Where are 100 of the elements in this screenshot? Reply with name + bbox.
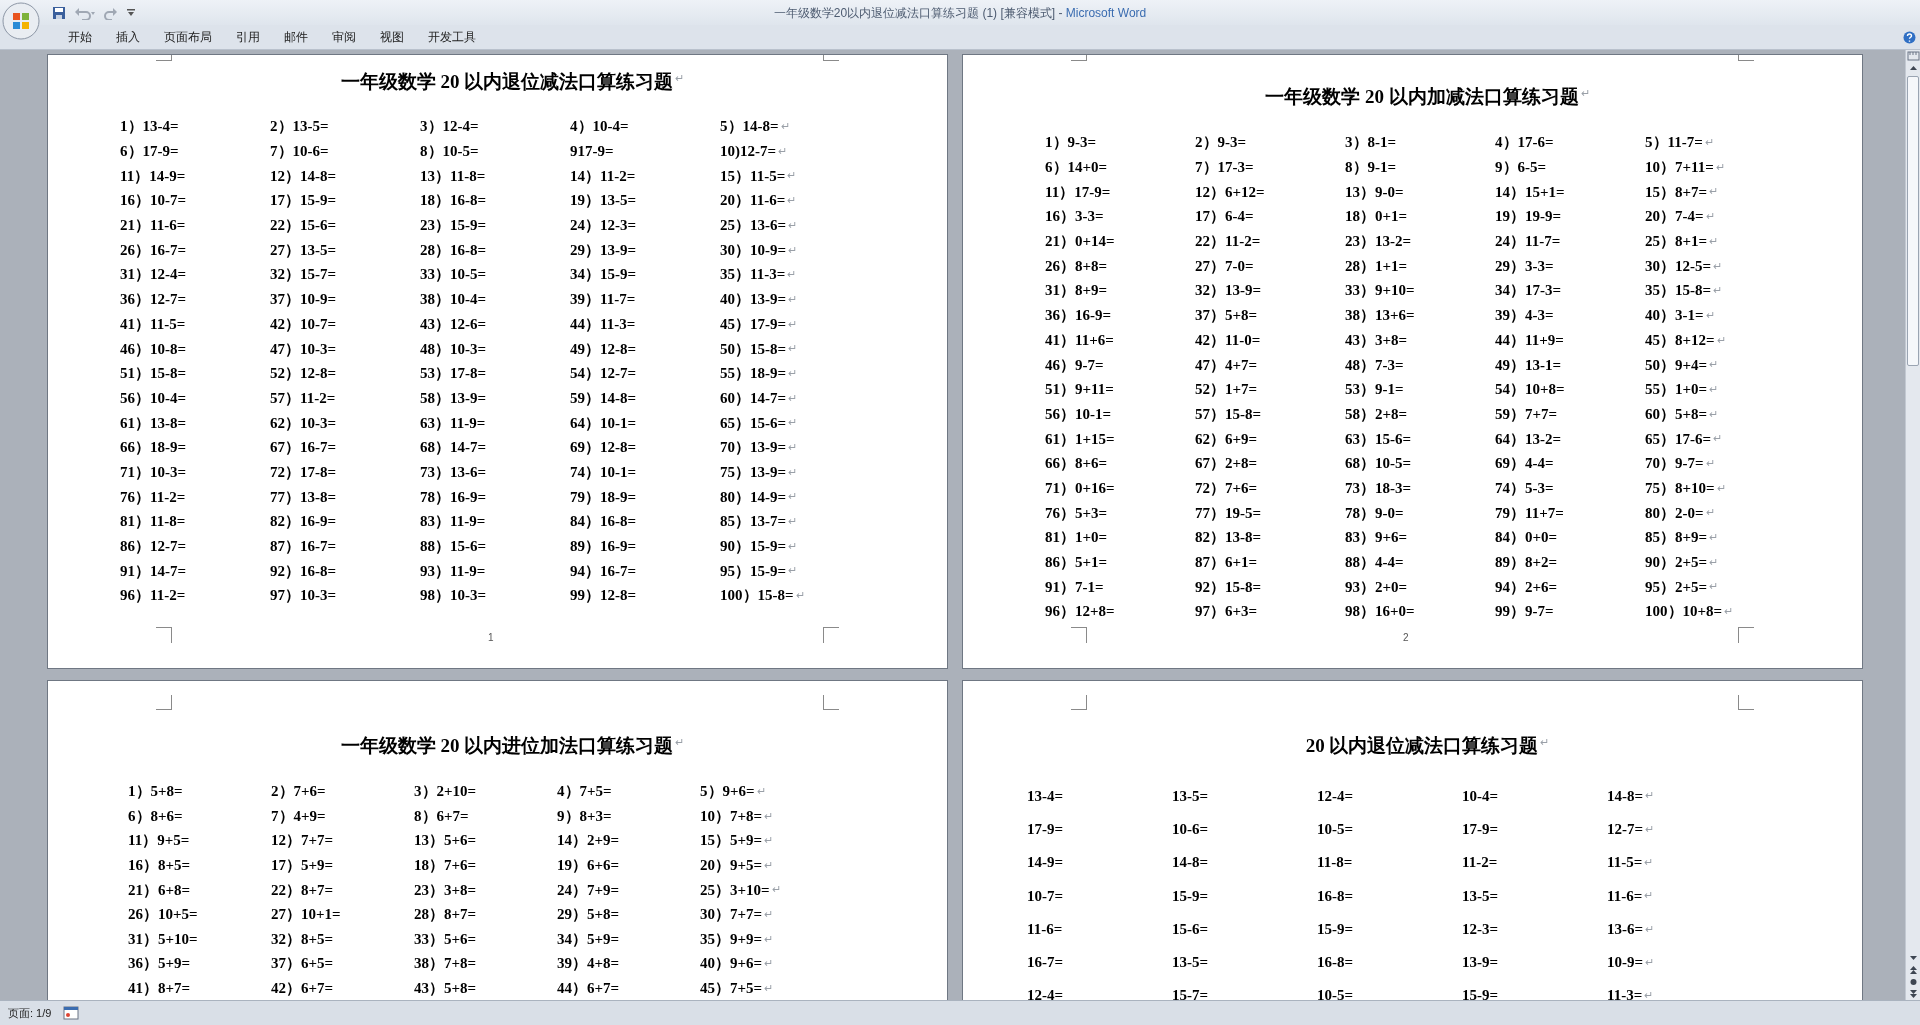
ribbon-tab[interactable]: 插入: [106, 28, 150, 46]
ruler-toggle-icon[interactable]: [1906, 50, 1920, 62]
paragraph-mark: ↵: [1580, 86, 1590, 101]
paragraph-mark: ↵: [788, 291, 798, 307]
math-problem: 99）12-8=: [570, 586, 637, 606]
math-problem: 63）11-9=: [420, 413, 486, 433]
math-problem: 40）9+6=: [700, 954, 763, 974]
math-problem: 67）16-7=: [270, 438, 337, 458]
math-problem: 23）13-2=: [1345, 232, 1412, 252]
math-problem: 100）15-8=: [720, 586, 794, 606]
macro-record-icon[interactable]: [63, 1006, 80, 1020]
math-problem: 52）1+7=: [1195, 380, 1258, 400]
math-problem: 69）4-4=: [1495, 454, 1554, 474]
math-problem: 31）8+9=: [1045, 281, 1108, 301]
math-problem: 29）13-9=: [570, 240, 637, 260]
math-problem: 11-8=: [1317, 853, 1353, 873]
crop-mark: [156, 55, 172, 61]
math-problem: 57）11-2=: [270, 388, 336, 408]
crop-mark: [1071, 695, 1087, 710]
math-problem: 36）12-7=: [120, 290, 187, 310]
math-problem: 2）13-5=: [270, 117, 329, 137]
math-problem: 66）18-9=: [120, 438, 187, 458]
crop-mark: [156, 695, 172, 710]
math-problem: 4）10-4=: [570, 117, 629, 137]
math-problem: 46）10-8=: [120, 339, 187, 359]
math-problem: 54）12-7=: [570, 364, 637, 384]
math-problem: 12）14-8=: [270, 166, 337, 186]
ribbon-tab[interactable]: 引用: [226, 28, 270, 46]
paragraph-mark: ↵: [1709, 357, 1719, 373]
math-problem: 10）7+11=: [1645, 158, 1714, 178]
math-problem: 40）3-1=: [1645, 306, 1704, 326]
math-problem: 80）2-0=: [1645, 503, 1704, 523]
paragraph-mark: ↵: [1709, 233, 1719, 249]
ribbon-tab[interactable]: 视图: [370, 28, 414, 46]
math-problem: 10-5=: [1317, 819, 1354, 839]
ribbon-tab[interactable]: 审阅: [322, 28, 366, 46]
math-problem: 10-9=: [1607, 953, 1644, 973]
paragraph-mark: ↵: [764, 931, 774, 947]
math-problem: 66）8+6=: [1045, 454, 1108, 474]
math-problem: 86）12-7=: [120, 537, 187, 557]
math-problem: 87）6+1=: [1195, 553, 1258, 573]
math-problem: 21）6+8=: [128, 880, 191, 900]
math-problem: 13-5=: [1462, 886, 1499, 906]
math-problem: 55）1+0=: [1645, 380, 1708, 400]
math-problem: 25）8+1=: [1645, 232, 1708, 252]
math-problem: 12）7+7=: [271, 831, 334, 851]
ribbon-tab[interactable]: 邮件: [274, 28, 318, 46]
math-problem: 17）5+9=: [271, 856, 334, 876]
math-problem: 14-8=: [1172, 853, 1209, 873]
ribbon-tab[interactable]: 开始: [58, 28, 102, 46]
math-problem: 97）10-3=: [270, 586, 337, 606]
paragraph-mark: ↵: [756, 784, 766, 800]
math-problem: 38）10-4=: [420, 290, 487, 310]
paragraph-mark: ↵: [1713, 258, 1723, 274]
vertical-scrollbar[interactable]: [1905, 50, 1920, 1000]
math-problem: 41）11+6=: [1045, 330, 1114, 350]
page-count-status[interactable]: 页面: 1/9: [8, 1004, 52, 1022]
math-problem: 15-6=: [1172, 919, 1209, 939]
help-icon[interactable]: [1903, 31, 1916, 44]
crop-mark: [1071, 627, 1087, 643]
math-problem: 11-5=: [1607, 853, 1643, 873]
math-problem: 55）18-9=: [720, 364, 787, 384]
paragraph-mark: ↵: [764, 857, 774, 873]
math-problem: 45）8+12=: [1645, 330, 1715, 350]
worksheet-title: 一年级数学 20 以内进位加法口算练习题: [340, 734, 674, 758]
math-problem: 18）7+6=: [414, 856, 477, 876]
math-problem: 72）7+6=: [1195, 478, 1258, 498]
math-problem: 32）13-9=: [1195, 281, 1262, 301]
math-problem: 6）17-9=: [120, 142, 179, 162]
office-button[interactable]: [2, 2, 40, 40]
crop-mark: [823, 695, 839, 710]
math-problem: 37）5+8=: [1195, 306, 1258, 326]
math-problem: 100）10+8=: [1645, 602, 1723, 622]
crop-mark: [823, 627, 839, 643]
math-problem: 49）12-8=: [570, 339, 637, 359]
math-problem: 45）7+5=: [700, 979, 763, 999]
save-icon[interactable]: [52, 5, 66, 20]
math-problem: 60）14-7=: [720, 388, 787, 408]
math-problem: 37）6+5=: [271, 954, 334, 974]
math-problem: 5）11-7=: [1645, 133, 1703, 153]
paragraph-mark: ↵: [764, 907, 774, 922]
customize-dropdown-icon[interactable]: [126, 7, 136, 18]
paragraph-mark: ↵: [1713, 283, 1723, 299]
math-problem: 17）6-4=: [1195, 207, 1254, 227]
ribbon-tab[interactable]: 页面布局: [154, 28, 222, 46]
math-problem: 7）4+9=: [271, 806, 326, 826]
math-problem: 12-3=: [1462, 919, 1499, 939]
scrollbar-thumb[interactable]: [1907, 76, 1919, 366]
ribbon-tab[interactable]: 开发工具: [418, 28, 486, 46]
math-problem: 83）11-9=: [420, 512, 486, 532]
math-problem: 70）9-7=: [1645, 454, 1704, 474]
worksheet-title: 一年级数学 20 以内加减法口算练习题: [1265, 85, 1579, 109]
math-problem: 10-4=: [1462, 786, 1499, 806]
paragraph-mark: ↵: [1709, 579, 1719, 595]
math-problem: 1）5+8=: [128, 782, 183, 802]
math-problem: 44）11-3=: [570, 314, 636, 334]
math-problem: 29）5+8=: [557, 905, 620, 925]
math-problem: 82）13-8=: [1195, 528, 1262, 548]
math-problem: 59）7+7=: [1495, 404, 1558, 424]
math-problem: 43）12-6=: [420, 314, 487, 334]
